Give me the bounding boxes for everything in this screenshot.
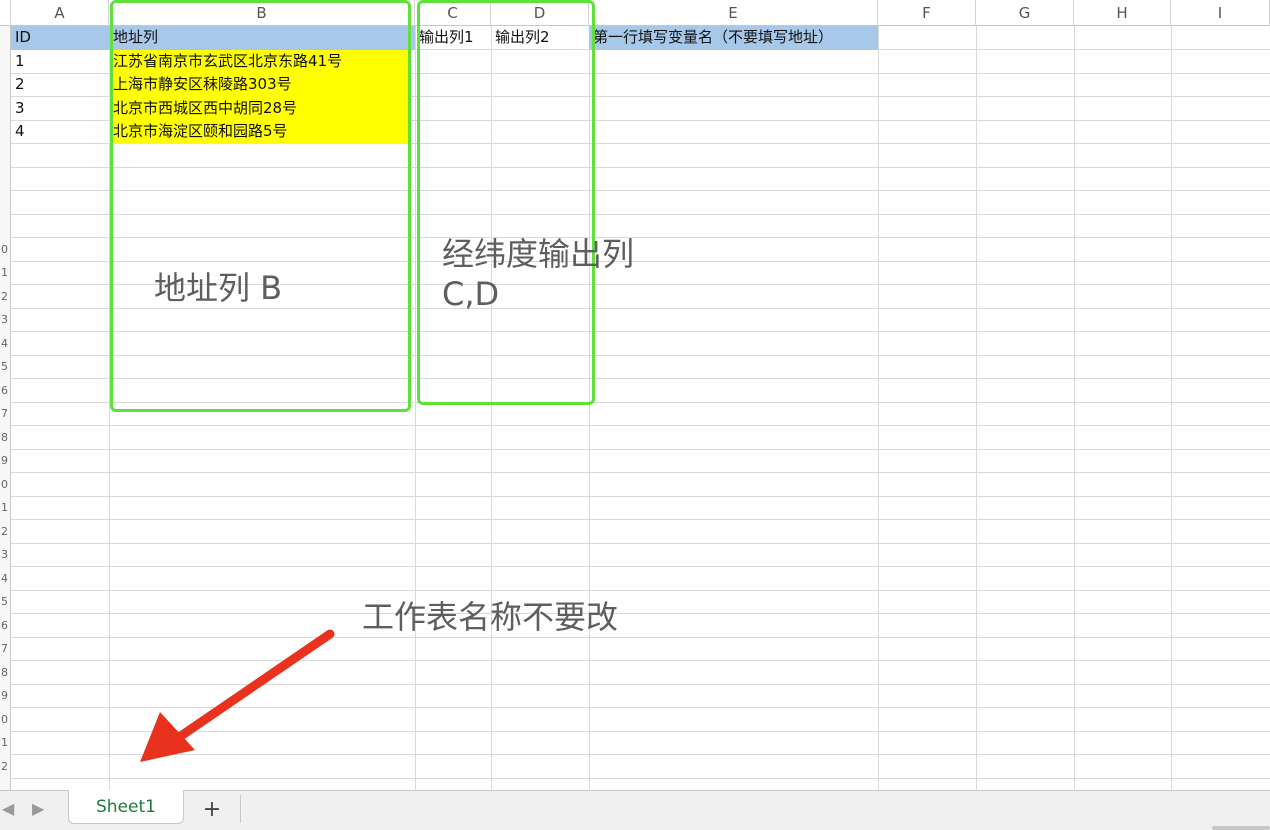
column-header-g[interactable]: G — [976, 0, 1074, 26]
sheet-tab-bar: ◀ ▶ Sheet1 + — [0, 790, 1270, 830]
column-header-a[interactable]: A — [11, 0, 109, 26]
cell-a2[interactable]: 1 — [11, 50, 109, 74]
output-columns-annotation: 经纬度输出列 C,D — [442, 235, 635, 313]
row-number[interactable]: 8 — [0, 661, 8, 685]
row-number[interactable]: 0 — [0, 473, 8, 497]
gridline — [10, 660, 1270, 661]
horizontal-scrollbar[interactable] — [1212, 826, 1270, 830]
address-column-annotation: 地址列 B — [154, 269, 283, 307]
gridline — [10, 566, 1270, 567]
triangle-right-icon[interactable]: ▶ — [32, 799, 44, 818]
gridline — [10, 519, 1270, 520]
row-number[interactable]: 3 — [0, 308, 8, 332]
cell-a4[interactable]: 3 — [11, 97, 109, 121]
cell-a3[interactable]: 2 — [11, 73, 109, 97]
row-number[interactable]: 7 — [0, 637, 8, 661]
gridline — [10, 425, 1270, 426]
row-number[interactable]: 0 — [0, 708, 8, 732]
address-column-highlight-box — [110, 0, 411, 412]
gridline — [10, 495, 1270, 497]
gridline — [976, 26, 977, 790]
gridline — [1171, 26, 1172, 790]
triangle-left-icon[interactable]: ◀ — [2, 799, 14, 818]
row-number[interactable]: 2 — [0, 285, 8, 309]
gridline — [10, 754, 1270, 755]
cell-a5[interactable]: 4 — [11, 120, 109, 144]
row-number[interactable]: 1 — [0, 496, 8, 520]
add-sheet-button[interactable]: + — [196, 796, 228, 822]
sheet-tab-active[interactable]: Sheet1 — [68, 790, 184, 824]
gridline — [10, 636, 1270, 638]
column-header-corner[interactable] — [0, 0, 11, 26]
column-header-h[interactable]: H — [1074, 0, 1171, 26]
gridline — [10, 542, 1270, 544]
row-number[interactable]: 8 — [0, 426, 8, 450]
gridline — [10, 777, 1270, 779]
column-header-e[interactable]: E — [589, 0, 878, 26]
row-number[interactable]: 5 — [0, 590, 8, 614]
row-number[interactable]: 6 — [0, 379, 8, 403]
gridline — [10, 707, 1270, 708]
row-number[interactable]: 9 — [0, 684, 8, 708]
row-number[interactable]: 2 — [0, 755, 8, 779]
cell-e1[interactable]: 第一行填写变量名（不要填写地址） — [589, 26, 878, 50]
column-header-i[interactable]: I — [1171, 0, 1270, 26]
gridline — [415, 26, 416, 790]
row-header-strip[interactable]: 01234567890123456789012 — [0, 26, 11, 790]
row-number[interactable]: 2 — [0, 520, 8, 544]
sheet-name-annotation: 工作表名称不要改 — [362, 598, 619, 636]
gridline — [1074, 26, 1075, 790]
row-number[interactable]: 0 — [0, 238, 8, 262]
tab-divider — [240, 795, 241, 823]
row-number[interactable]: 1 — [0, 731, 8, 755]
spreadsheet-grid[interactable]: A B C D E F G H I 0123456789012345678901… — [0, 0, 1270, 790]
gridline — [10, 472, 1270, 473]
row-number[interactable]: 9 — [0, 449, 8, 473]
gridline — [10, 448, 1270, 450]
gridline — [10, 683, 1270, 685]
row-number[interactable]: 7 — [0, 402, 8, 426]
gridline — [10, 589, 1270, 591]
gridline — [10, 613, 1270, 614]
row-number[interactable]: 3 — [0, 543, 8, 567]
column-header-f[interactable]: F — [878, 0, 976, 26]
row-number[interactable]: 1 — [0, 261, 8, 285]
row-number[interactable]: 6 — [0, 614, 8, 638]
row-number[interactable]: 5 — [0, 355, 8, 379]
row-number[interactable]: 4 — [0, 567, 8, 591]
gridline — [878, 26, 879, 790]
row-number[interactable]: 4 — [0, 332, 8, 356]
output-columns-highlight-box — [417, 0, 595, 405]
gridline — [10, 730, 1270, 732]
cell-a1[interactable]: ID — [11, 26, 109, 50]
